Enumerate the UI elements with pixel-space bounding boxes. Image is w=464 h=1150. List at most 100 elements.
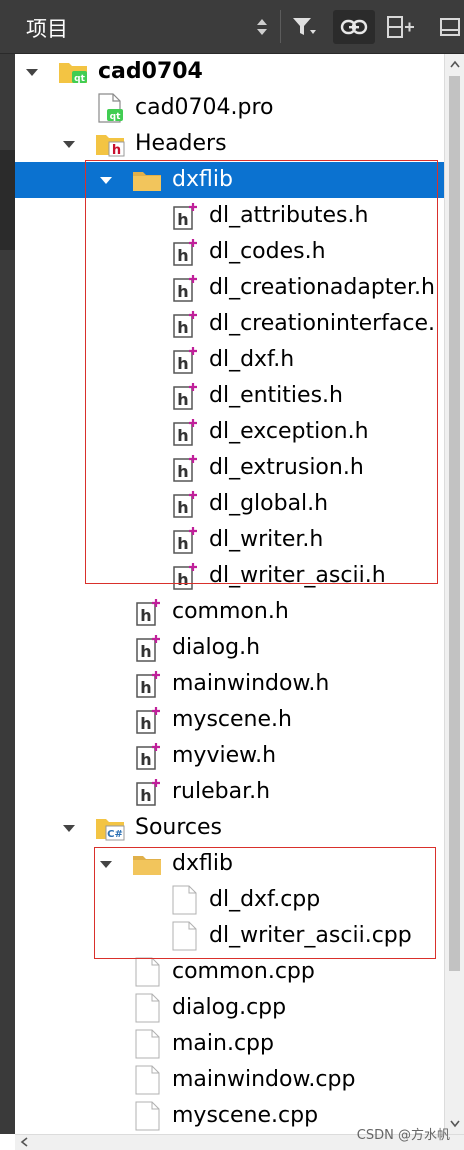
tree-row[interactable]: qt cad0704: [15, 54, 444, 90]
source-file-icon: [169, 921, 199, 951]
source-file-icon: [132, 993, 162, 1023]
tree-row-label: dl_entities.h: [209, 383, 343, 408]
tree-row[interactable]: h dl_extrusion.h: [15, 450, 444, 486]
qt-pro-file-icon: qt: [95, 93, 125, 123]
tree-row[interactable]: h dl_entities.h: [15, 378, 444, 414]
expand-arrow-icon[interactable]: [98, 172, 114, 188]
tree-row[interactable]: h common.h: [15, 594, 444, 630]
svg-text:h: h: [177, 282, 188, 301]
tree-row[interactable]: h myscene.h: [15, 702, 444, 738]
tree-row-label: dialog.h: [172, 635, 261, 660]
expand-arrow-icon[interactable]: [61, 820, 77, 836]
scrollbar-thumb[interactable]: [449, 76, 460, 971]
tree-row[interactable]: h myview.h: [15, 738, 444, 774]
svg-text:C#: C#: [107, 829, 123, 840]
tree-row[interactable]: common.cpp: [15, 954, 444, 990]
header-file-icon: h: [132, 597, 162, 627]
panel-title: 项目: [26, 17, 68, 41]
tree-row[interactable]: h dl_exception.h: [15, 414, 444, 450]
tree-row-label: myview.h: [172, 743, 277, 768]
tree-row-label: rulebar.h: [172, 779, 271, 804]
tree-row[interactable]: h mainwindow.h: [15, 666, 444, 702]
tree-row-label: dl_creationadapter.h: [209, 275, 435, 300]
tree-row-label: myscene.h: [172, 707, 292, 732]
expand-arrow-icon[interactable]: [24, 64, 40, 80]
scroll-down-icon[interactable]: [450, 1120, 460, 1128]
tree-row[interactable]: C# Sources: [15, 810, 444, 846]
tree-row[interactable]: h dl_attributes.h: [15, 198, 444, 234]
tree-row[interactable]: dl_dxf.cpp: [15, 882, 444, 918]
close-pane-icon[interactable]: [436, 10, 464, 44]
tree-row[interactable]: h dl_global.h: [15, 486, 444, 522]
header-file-icon: h: [169, 309, 199, 339]
tree-row[interactable]: h dl_writer.h: [15, 522, 444, 558]
tree-row[interactable]: h dl_codes.h: [15, 234, 444, 270]
header-file-icon: h: [169, 381, 199, 411]
tree-row[interactable]: h dl_creationinterface.: [15, 306, 444, 342]
tree-row-label: dl_extrusion.h: [209, 455, 364, 480]
tree-row-label: dl_exception.h: [209, 419, 369, 444]
svg-text:h: h: [177, 534, 188, 553]
expand-arrow-icon[interactable]: [98, 856, 114, 872]
header-file-icon: h: [132, 669, 162, 699]
tree-row-label: Headers: [135, 131, 227, 156]
svg-text:h: h: [140, 750, 151, 769]
expand-arrow-icon[interactable]: [61, 136, 77, 152]
tree-row[interactable]: dxflib: [15, 846, 444, 882]
header-file-icon: h: [169, 489, 199, 519]
tree-row[interactable]: h dl_creationadapter.h: [15, 270, 444, 306]
tree-row[interactable]: main.cpp: [15, 1026, 444, 1062]
source-file-icon: [132, 1029, 162, 1059]
folder-icon: [132, 165, 162, 195]
tree-row[interactable]: h Headers: [15, 126, 444, 162]
header-file-icon: h: [132, 633, 162, 663]
tree-row-label: mainwindow.h: [172, 671, 330, 696]
header-file-icon: h: [169, 201, 199, 231]
tree-row-label: dl_writer_ascii.cpp: [209, 923, 412, 948]
tree-row[interactable]: h dl_dxf.h: [15, 342, 444, 378]
svg-text:h: h: [177, 498, 188, 517]
svg-text:h: h: [177, 354, 188, 373]
header-file-icon: h: [169, 237, 199, 267]
svg-text:h: h: [177, 570, 188, 589]
tree-row-label: dialog.cpp: [172, 995, 287, 1020]
svg-text:h: h: [177, 462, 188, 481]
project-toolbar: 项目: [0, 0, 464, 54]
svg-text:h: h: [140, 786, 151, 805]
tree-row[interactable]: dxflib: [15, 162, 444, 198]
tree-row[interactable]: mainwindow.cpp: [15, 1062, 444, 1098]
tree-row[interactable]: dl_writer_ascii.cpp: [15, 918, 444, 954]
source-file-icon: [132, 1101, 162, 1131]
header-file-icon: h: [169, 273, 199, 303]
scroll-left-icon[interactable]: [20, 1137, 28, 1147]
header-file-icon: h: [169, 453, 199, 483]
tree-row[interactable]: qt cad0704.pro: [15, 90, 444, 126]
svg-text:h: h: [140, 642, 151, 661]
header-file-icon: h: [169, 561, 199, 591]
split-add-icon[interactable]: [384, 10, 418, 44]
filter-icon[interactable]: [288, 10, 322, 44]
svg-text:h: h: [177, 318, 188, 337]
tree-row-label: common.cpp: [172, 959, 315, 984]
svg-text:h: h: [140, 678, 151, 697]
svg-text:h: h: [140, 714, 151, 733]
tree-row[interactable]: h dl_writer_ascii.h: [15, 558, 444, 594]
svg-text:qt: qt: [110, 112, 121, 122]
vertical-scrollbar[interactable]: [444, 54, 464, 1134]
header-file-icon: h: [169, 417, 199, 447]
toolbar-divider: [280, 10, 281, 43]
scroll-up-icon[interactable]: [450, 60, 460, 68]
qt-project-folder-icon: qt: [58, 57, 88, 87]
tree-row-label: dl_attributes.h: [209, 203, 369, 228]
sort-selector-icon[interactable]: [248, 10, 276, 44]
tree-row[interactable]: h rulebar.h: [15, 774, 444, 810]
sync-link-icon[interactable]: [333, 10, 375, 44]
tree-row[interactable]: h dialog.h: [15, 630, 444, 666]
tree-row-label: common.h: [172, 599, 289, 624]
svg-text:h: h: [177, 426, 188, 445]
svg-text:h: h: [177, 210, 188, 229]
tree-row[interactable]: dialog.cpp: [15, 990, 444, 1026]
tree-row-label: dl_global.h: [209, 491, 329, 516]
svg-text:qt: qt: [74, 74, 85, 84]
svg-text:h: h: [112, 143, 121, 158]
